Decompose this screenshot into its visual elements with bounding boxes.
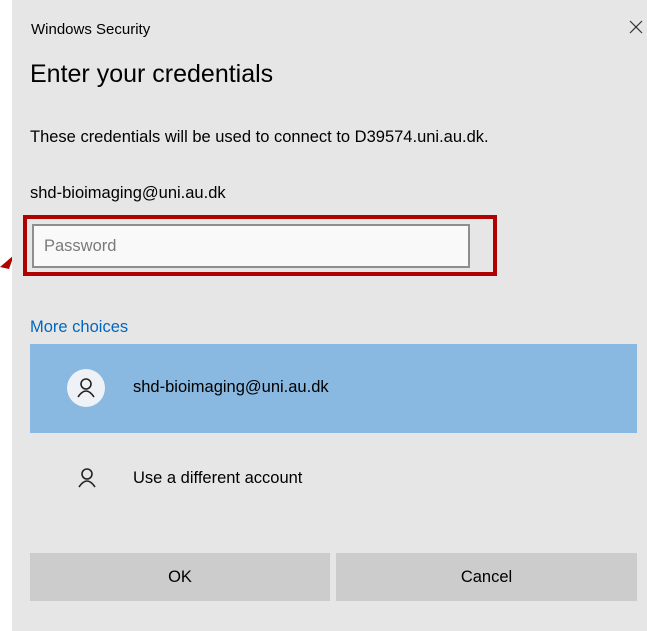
account-option-current[interactable]: shd-bioimaging@uni.au.dk: [30, 344, 637, 433]
password-input[interactable]: [32, 224, 470, 268]
account-option-different[interactable]: Use a different account: [30, 435, 637, 524]
dialog-heading: Enter your credentials: [30, 60, 274, 88]
username-label: shd-bioimaging@uni.au.dk: [30, 184, 226, 202]
user-avatar: [67, 369, 105, 407]
user-icon: [77, 378, 95, 398]
dialog-description: These credentials will be used to connec…: [30, 128, 489, 146]
cancel-button[interactable]: Cancel: [336, 553, 637, 601]
more-choices-link[interactable]: More choices: [30, 318, 128, 337]
credentials-dialog: Windows Security Enter your credentials …: [12, 0, 647, 631]
account-option-label: Use a different account: [133, 469, 303, 487]
user-icon: [77, 467, 97, 494]
account-option-label: shd-bioimaging@uni.au.dk: [133, 378, 329, 396]
ok-button[interactable]: OK: [30, 553, 330, 601]
window-title: Windows Security: [31, 21, 151, 38]
close-button[interactable]: [623, 14, 647, 44]
close-icon: [629, 20, 643, 34]
